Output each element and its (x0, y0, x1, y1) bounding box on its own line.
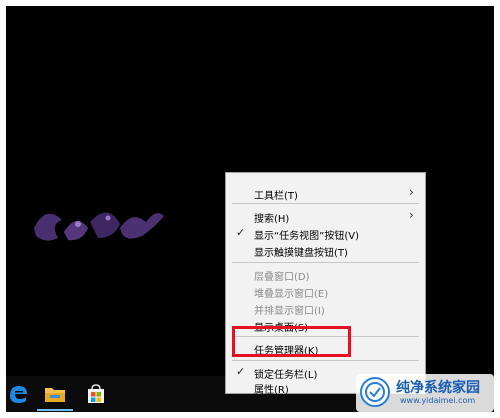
checkmark-icon: ✓ (236, 365, 246, 378)
menu-item-cascade[interactable]: 层叠窗口(D) (226, 265, 425, 283)
desktop-decoration-logo (34, 212, 164, 241)
store-icon[interactable] (84, 382, 108, 406)
menu-item-label: 显示触摸键盘按钮(T) (254, 248, 348, 259)
checkmark-icon: ✓ (236, 226, 246, 239)
menu-item-show-task-view[interactable]: ✓ 显示“任务视图”按钮(V) (226, 224, 425, 242)
chevron-right-icon: › (409, 208, 414, 222)
menu-separator (232, 262, 419, 263)
menu-item-label: 属性(R) (254, 385, 289, 396)
menu-item-label: 并排显示窗口(I) (254, 306, 325, 317)
active-app-indicator (37, 409, 73, 411)
watermark-title: 纯净系统家园 (396, 380, 480, 396)
menu-item-toolbars[interactable]: 工具栏(T) › (226, 184, 425, 202)
menu-item-label: 搜索(H) (254, 214, 290, 225)
file-explorer-icon[interactable] (37, 382, 73, 411)
watermark-logo-icon (360, 377, 390, 407)
taskbar-context-menu: 工具栏(T) › 搜索(H) › ✓ 显示“任务视图”按钮(V) 显示触摸键盘按… (225, 172, 426, 396)
menu-separator (232, 203, 419, 204)
site-watermark: 纯净系统家园 www.yidaimei.com (356, 374, 494, 412)
desktop: 工具栏(T) › 搜索(H) › ✓ 显示“任务视图”按钮(V) 显示触摸键盘按… (6, 6, 494, 412)
menu-item-label: 堆叠显示窗口(E) (254, 289, 329, 300)
menu-item-side-by-side[interactable]: 并排显示窗口(I) (226, 299, 425, 317)
menu-item-stacked[interactable]: 堆叠显示窗口(E) (226, 282, 425, 300)
watermark-url: www.yidaimei.com (400, 396, 476, 405)
menu-item-show-touch-keyboard[interactable]: 显示触摸键盘按钮(T) (226, 241, 425, 259)
menu-item-label: 层叠窗口(D) (254, 272, 310, 283)
menu-item-search[interactable]: 搜索(H) › (226, 207, 425, 225)
edge-icon[interactable] (6, 382, 30, 406)
chevron-right-icon: › (409, 185, 414, 199)
menu-item-label: 工具栏(T) (254, 191, 298, 202)
menu-item-label: 显示“任务视图”按钮(V) (254, 231, 360, 242)
task-manager-highlight-annotation (232, 326, 351, 357)
menu-separator (232, 360, 419, 361)
